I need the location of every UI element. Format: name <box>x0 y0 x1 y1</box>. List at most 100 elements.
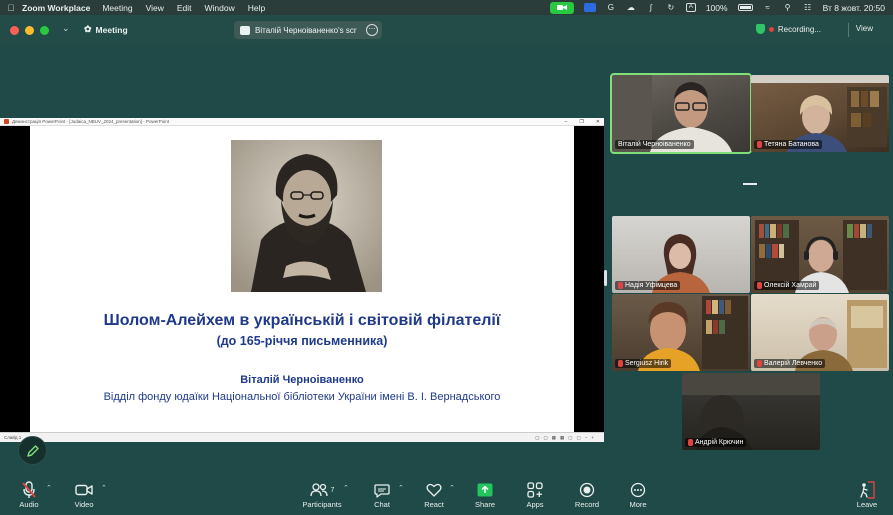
participant-name: Тетяна Батанова <box>764 141 819 148</box>
participant-name: Валерій Левченко <box>764 360 823 367</box>
record-button[interactable]: Record <box>571 480 603 509</box>
video-label: Video <box>74 500 94 509</box>
react-label: React <box>424 500 444 509</box>
chevron-down-icon[interactable]: ⌄ <box>62 23 70 34</box>
zoom-title-bar: ⌄ ✿ Meeting Віталій Черноіваненко's scr … <box>0 15 893 45</box>
zoom-status-icon[interactable] <box>583 3 596 12</box>
mic-muted-icon <box>688 439 693 446</box>
script-icon[interactable]: ∫ <box>646 3 656 12</box>
recording-indicator[interactable]: Recording... <box>755 24 821 34</box>
chat-button[interactable]: Chat <box>368 480 396 509</box>
powerpoint-title-text: Демонстрація PowerPoint - [Judaica_NBUV_… <box>12 119 170 124</box>
wifi-icon[interactable]: ≈ <box>763 3 773 12</box>
chat-icon <box>374 483 390 498</box>
meeting-controls-toolbar: Audio ⌃ Video ⌃ 7 Participants ⌃ Chat ⌃ … <box>0 475 893 515</box>
grammarly-icon[interactable]: G <box>606 3 616 12</box>
minimize-window-button[interactable] <box>25 26 34 35</box>
share-button[interactable]: Share <box>470 480 500 509</box>
more-button[interactable]: More <box>624 480 652 509</box>
menu-view[interactable]: View <box>146 3 164 13</box>
menu-meeting[interactable]: Meeting <box>102 3 132 13</box>
participants-options-caret[interactable]: ⌃ <box>343 484 349 492</box>
shield-check-icon <box>755 24 765 34</box>
menu-bar-status-area: G ☁ ∫ ↻ A 100% ≈ ⚲ ☷ Вт 8 жовт. 20:50 <box>549 0 885 15</box>
mic-muted-icon <box>757 141 762 148</box>
fullscreen-window-button[interactable] <box>40 26 49 35</box>
apps-icon <box>527 482 543 498</box>
control-center-icon[interactable]: ☷ <box>803 3 813 12</box>
menu-edit[interactable]: Edit <box>177 3 192 13</box>
menu-help[interactable]: Help <box>248 3 265 13</box>
panel-resize-handle[interactable] <box>604 270 607 286</box>
participants-count: 7 <box>330 486 335 494</box>
meeting-info[interactable]: ✿ Meeting <box>84 24 128 35</box>
slideshow-view-controls[interactable]: ▢▢▦▦▢▢−+ <box>535 433 598 442</box>
video-tile-speaker[interactable]: Віталій Черноіваненко <box>610 73 752 154</box>
cloud-icon[interactable]: ☁ <box>626 3 636 12</box>
leave-button[interactable]: Leave <box>853 480 881 509</box>
presentation-slide: Шолом-Алейхем в українській і світовій ф… <box>30 126 574 432</box>
slideshow-area: Шолом-Алейхем в українській і світовій ф… <box>0 126 604 432</box>
participant-name: Надія Уфімцева <box>625 282 678 289</box>
apps-button[interactable]: Apps <box>521 480 549 509</box>
video-tile[interactable]: Тетяна Батанова <box>751 75 889 152</box>
video-tile[interactable]: Андрій Крючин <box>682 373 820 450</box>
search-icon[interactable]: ⚲ <box>783 3 793 12</box>
battery-icon[interactable] <box>737 4 753 11</box>
react-button[interactable]: React <box>420 480 448 509</box>
sync-icon[interactable]: ↻ <box>666 3 676 12</box>
restore-icon[interactable]: ❐ <box>579 119 583 125</box>
annotate-button[interactable] <box>18 436 47 465</box>
facetime-status-icon[interactable] <box>549 1 574 14</box>
video-button[interactable]: Video <box>69 480 99 509</box>
react-options-caret[interactable]: ⌃ <box>449 484 455 492</box>
participants-button[interactable]: 7 Participants <box>298 480 346 509</box>
input-source-icon[interactable]: A <box>685 3 696 12</box>
participant-name-tag: Надія Уфімцева <box>615 281 681 290</box>
minimize-icon[interactable]: – <box>565 119 568 125</box>
video-tile[interactable]: Олексій Хамрай <box>751 216 889 293</box>
zoom-meeting-window:  Zoom Workplace Meeting View Edit Windo… <box>0 0 893 515</box>
close-window-button[interactable] <box>10 26 19 35</box>
participant-name: Олексій Хамрай <box>764 282 817 289</box>
video-tile[interactable]: Надія Уфімцева <box>612 216 750 293</box>
leave-label: Leave <box>856 500 878 509</box>
participant-name: Віталій Черноіваненко <box>618 141 691 148</box>
video-options-caret[interactable]: ⌃ <box>101 484 107 492</box>
video-tile[interactable]: Sergiusz Hirik <box>612 294 750 371</box>
video-tile[interactable]: Валерій Левченко <box>751 294 889 371</box>
participant-name: Sergiusz Hirik <box>625 360 669 367</box>
heart-icon <box>426 483 442 497</box>
participant-name: Андрій Крючин <box>695 439 744 446</box>
mic-muted-icon <box>22 481 36 498</box>
participant-name-tag: Валерій Левченко <box>754 359 826 368</box>
participant-name-tag: Тетяна Батанова <box>754 140 822 149</box>
menu-window[interactable]: Window <box>205 3 235 13</box>
menu-app-name[interactable]: Zoom Workplace <box>22 3 90 13</box>
slide-subtitle: (до 165-річчя письменника) <box>216 334 388 348</box>
apps-label: Apps <box>526 500 544 509</box>
record-label: Record <box>574 500 600 509</box>
menu-clock[interactable]: Вт 8 жовт. 20:50 <box>823 3 885 13</box>
slide-author: Віталій Черноіваненко <box>240 374 364 386</box>
close-icon[interactable]: ✕ <box>596 119 600 125</box>
slide-title: Шолом-Алейхем в українській і світовій ф… <box>103 312 501 329</box>
participant-name-tag: Віталій Черноіваненко <box>615 140 694 149</box>
share-screen-icon <box>240 25 250 35</box>
participant-name-tag: Sergiusz Hirik <box>615 359 672 368</box>
more-options-icon[interactable]: ⋯ <box>366 24 378 36</box>
share-label: Share <box>474 500 495 509</box>
audio-button[interactable]: Audio <box>14 480 44 509</box>
chat-options-caret[interactable]: ⌃ <box>398 484 404 492</box>
gallery-divider-handle[interactable] <box>743 183 757 185</box>
screen-share-indicator[interactable]: Віталій Черноіваненко's scr ⋯ <box>234 21 382 39</box>
powerpoint-status-bar: Слайд 1 ▢▢▦▦▢▢−+ <box>0 432 604 442</box>
recording-label: Recording... <box>777 24 821 34</box>
view-button[interactable]: View <box>856 24 873 33</box>
audio-label: Audio <box>19 500 39 509</box>
powerpoint-window-title: Демонстрація PowerPoint - [Judaica_NBUV_… <box>0 118 604 126</box>
apple-menu-icon[interactable]:  <box>0 3 22 13</box>
shared-screen[interactable]: Демонстрація PowerPoint - [Judaica_NBUV_… <box>0 118 604 442</box>
audio-options-caret[interactable]: ⌃ <box>46 484 52 492</box>
video-camera-icon <box>75 484 93 496</box>
